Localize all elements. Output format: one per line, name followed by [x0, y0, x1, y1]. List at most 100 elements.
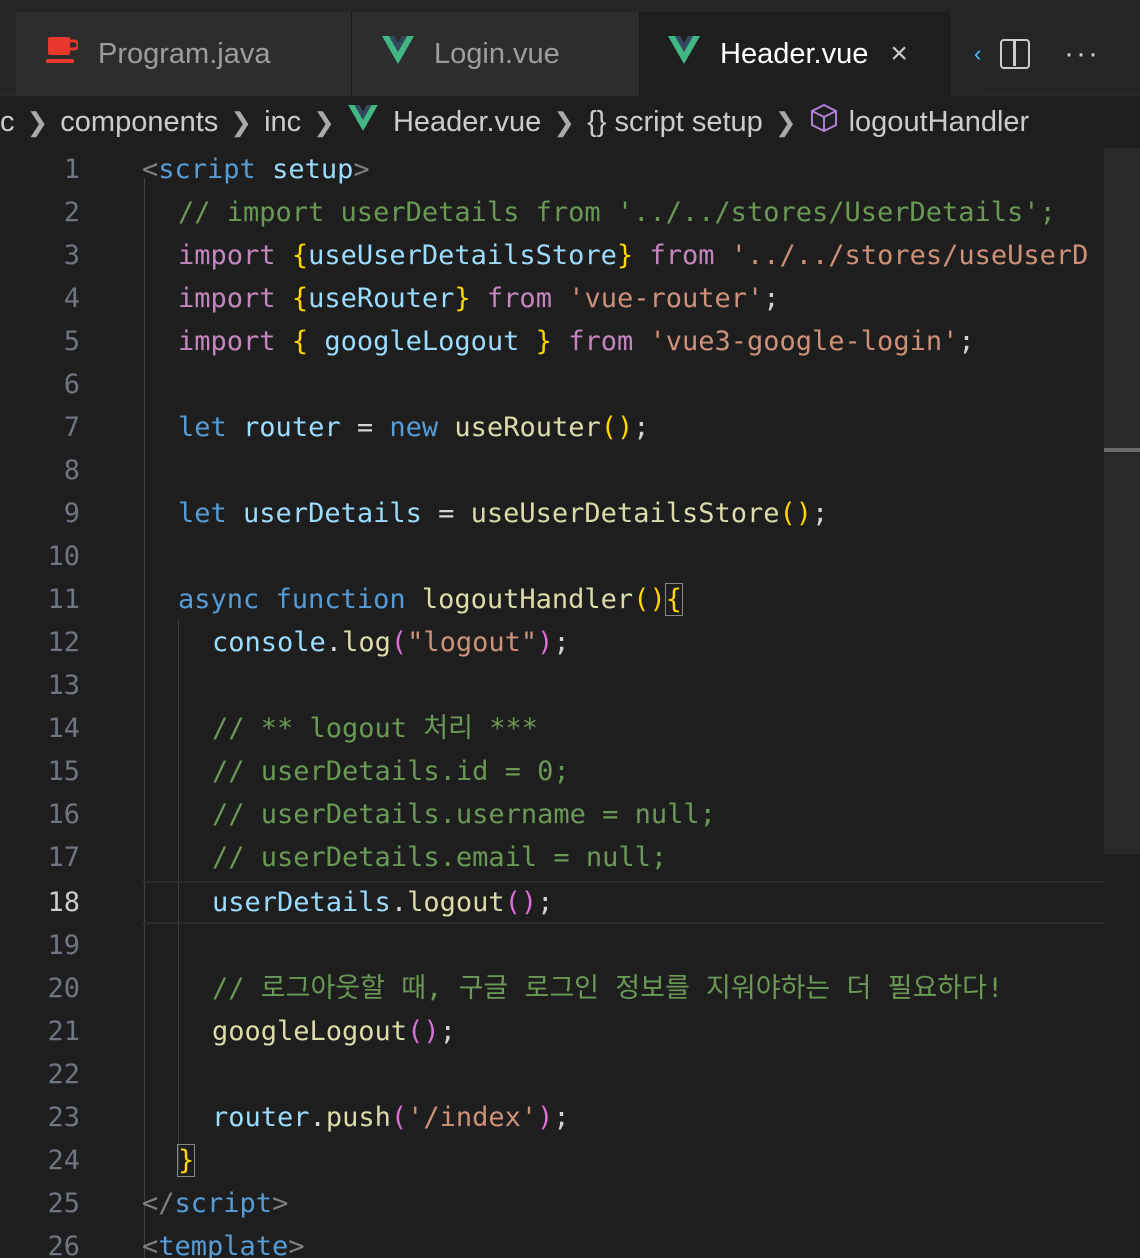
breadcrumb-inc[interactable]: inc: [264, 106, 301, 139]
code-comment: // userDetails.email = null;: [212, 842, 668, 873]
breadcrumb-logout-handler[interactable]: logoutHandler: [849, 106, 1030, 139]
line-number: 2: [63, 197, 80, 228]
code-line-5: 5 import { googleLogout } from 'vue3-goo…: [0, 320, 1104, 363]
code-line-10: 10: [0, 535, 1104, 578]
line-number: 5: [63, 326, 80, 357]
more-actions-icon[interactable]: ···: [1064, 37, 1100, 71]
line-number: 17: [47, 842, 80, 873]
code-text: <script setup>: [142, 154, 370, 185]
tab-overflow-chevron-icon[interactable]: ‹: [950, 12, 981, 96]
code-line-12: 12 console.log("logout");: [0, 621, 1104, 664]
code-line-20: 20 // 로그아웃할 때, 구글 로그인 정보를 지워야하는 더 필요하다!: [0, 967, 1104, 1010]
split-editor-icon[interactable]: [1000, 39, 1030, 69]
code-text: </script>: [142, 1188, 289, 1219]
line-number: 8: [63, 455, 80, 486]
vue-logo-icon: [668, 36, 700, 72]
scrollbar-thumb[interactable]: [1104, 148, 1140, 854]
code-line-19: 19: [0, 924, 1104, 967]
breadcrumb-src[interactable]: c: [0, 106, 15, 139]
matched-bracket: {: [664, 583, 683, 616]
close-icon[interactable]: ×: [890, 37, 908, 71]
line-number: 15: [47, 756, 80, 787]
code-text: import { googleLogout } from 'vue3-googl…: [178, 326, 975, 357]
matched-bracket: }: [176, 1144, 196, 1177]
line-number: 3: [63, 240, 80, 271]
code-line-8: 8: [0, 449, 1104, 492]
method-cube-icon: [809, 103, 839, 141]
code-line-21: 21 googleLogout();: [0, 1010, 1104, 1053]
editor-actions: ···: [1000, 12, 1100, 96]
code-line-25: 25 </script>: [0, 1182, 1104, 1225]
code-line-16: 16 // userDetails.username = null;: [0, 793, 1104, 836]
line-number: 10: [47, 541, 80, 572]
tab-login-vue[interactable]: Login.vue: [352, 12, 640, 96]
code-line-17: 17 // userDetails.email = null;: [0, 836, 1104, 879]
tab-header-vue[interactable]: Header.vue ×: [640, 12, 950, 96]
code-comment: // userDetails.username = null;: [212, 799, 716, 830]
breadcrumb-header-vue[interactable]: Header.vue: [393, 106, 541, 139]
code-line-24: 24 }: [0, 1139, 1104, 1182]
code-text: googleLogout();: [212, 1016, 456, 1047]
code-comment: // import userDetails from '../../stores…: [178, 197, 1056, 228]
line-number: 20: [47, 973, 80, 1004]
line-number: 23: [47, 1102, 80, 1133]
code-line-3: 3 import {useUserDetailsStore} from '../…: [0, 234, 1104, 277]
line-number: 11: [47, 584, 80, 615]
chevron-right-icon: ❯: [313, 106, 335, 137]
tab-label: Program.java: [98, 37, 271, 70]
vertical-scrollbar[interactable]: [1104, 148, 1140, 1258]
code-text: router.push('/index');: [212, 1102, 570, 1133]
line-number: 16: [47, 799, 80, 830]
code-line-18-current: 18 userDetails.logout();: [0, 881, 1104, 924]
code-line-9: 9 let userDetails = useUserDetailsStore(…: [0, 492, 1104, 535]
code-editor[interactable]: 1 <script setup> 2 // import userDetails…: [0, 148, 1140, 1258]
editor-tab-bar: Program.java Login.vue Header.vue × ‹ ··…: [0, 0, 1140, 96]
scrolled-line-peek: [0, 0, 1140, 12]
line-number: 6: [63, 369, 80, 400]
code-text: userDetails.logout();: [212, 887, 554, 918]
breadcrumb: c ❯ components ❯ inc ❯ Header.vue ❯ {} s…: [0, 96, 1140, 148]
code-text: let userDetails = useUserDetailsStore();: [178, 498, 829, 529]
code-text: import {useRouter} from 'vue-router';: [178, 283, 780, 314]
line-number: 4: [63, 283, 80, 314]
line-number: 26: [47, 1231, 80, 1258]
line-number: 14: [47, 713, 80, 744]
line-number: 24: [47, 1145, 80, 1176]
chevron-right-icon: ❯: [774, 106, 797, 137]
code-comment: // 로그아웃할 때, 구글 로그인 정보를 지워야하는 더 필요하다!: [212, 973, 1004, 1004]
code-text: let router = new useRouter();: [178, 412, 650, 443]
vue-logo-icon: [347, 105, 379, 139]
tab-program-java[interactable]: Program.java: [16, 12, 352, 96]
code-text: async function logoutHandler(){: [178, 583, 683, 616]
code-line-11: 11 async function logoutHandler(){: [0, 578, 1104, 621]
code-line-6: 6: [0, 363, 1104, 406]
line-number: 1: [63, 154, 80, 185]
code-text: }: [176, 1139, 196, 1182]
code-text: <template>: [142, 1231, 305, 1258]
code-line-2: 2 // import userDetails from '../../stor…: [0, 191, 1104, 234]
line-number: 21: [47, 1016, 80, 1047]
java-cup-icon: [46, 35, 80, 73]
line-number: 7: [63, 412, 80, 443]
line-number: 12: [47, 627, 80, 658]
tab-label: Header.vue: [720, 37, 869, 70]
code-line-26: 26 <template>: [0, 1225, 1104, 1258]
code-line-22: 22: [0, 1053, 1104, 1096]
line-number: 9: [63, 498, 80, 529]
tab-label: Login.vue: [434, 37, 560, 70]
line-number: 19: [47, 930, 80, 961]
code-line-4: 4 import {useRouter} from 'vue-router';: [0, 277, 1104, 320]
breadcrumb-components[interactable]: components: [60, 106, 218, 139]
chevron-right-icon: ❯: [26, 106, 49, 137]
line-number: 22: [47, 1059, 80, 1090]
line-number: 18: [47, 887, 80, 918]
chevron-right-icon: ❯: [230, 106, 253, 137]
code-text: console.log("logout");: [212, 627, 570, 658]
code-line-23: 23 router.push('/index');: [0, 1096, 1104, 1139]
line-number: 25: [47, 1188, 80, 1219]
scrollbar-cursor-marker: [1104, 448, 1140, 452]
line-number: 13: [47, 670, 80, 701]
code-line-14: 14 // ** logout 처리 ***: [0, 707, 1104, 750]
breadcrumb-script-setup[interactable]: {} script setup: [587, 106, 763, 139]
code-text: import {useUserDetailsStore} from '../..…: [178, 240, 1089, 271]
